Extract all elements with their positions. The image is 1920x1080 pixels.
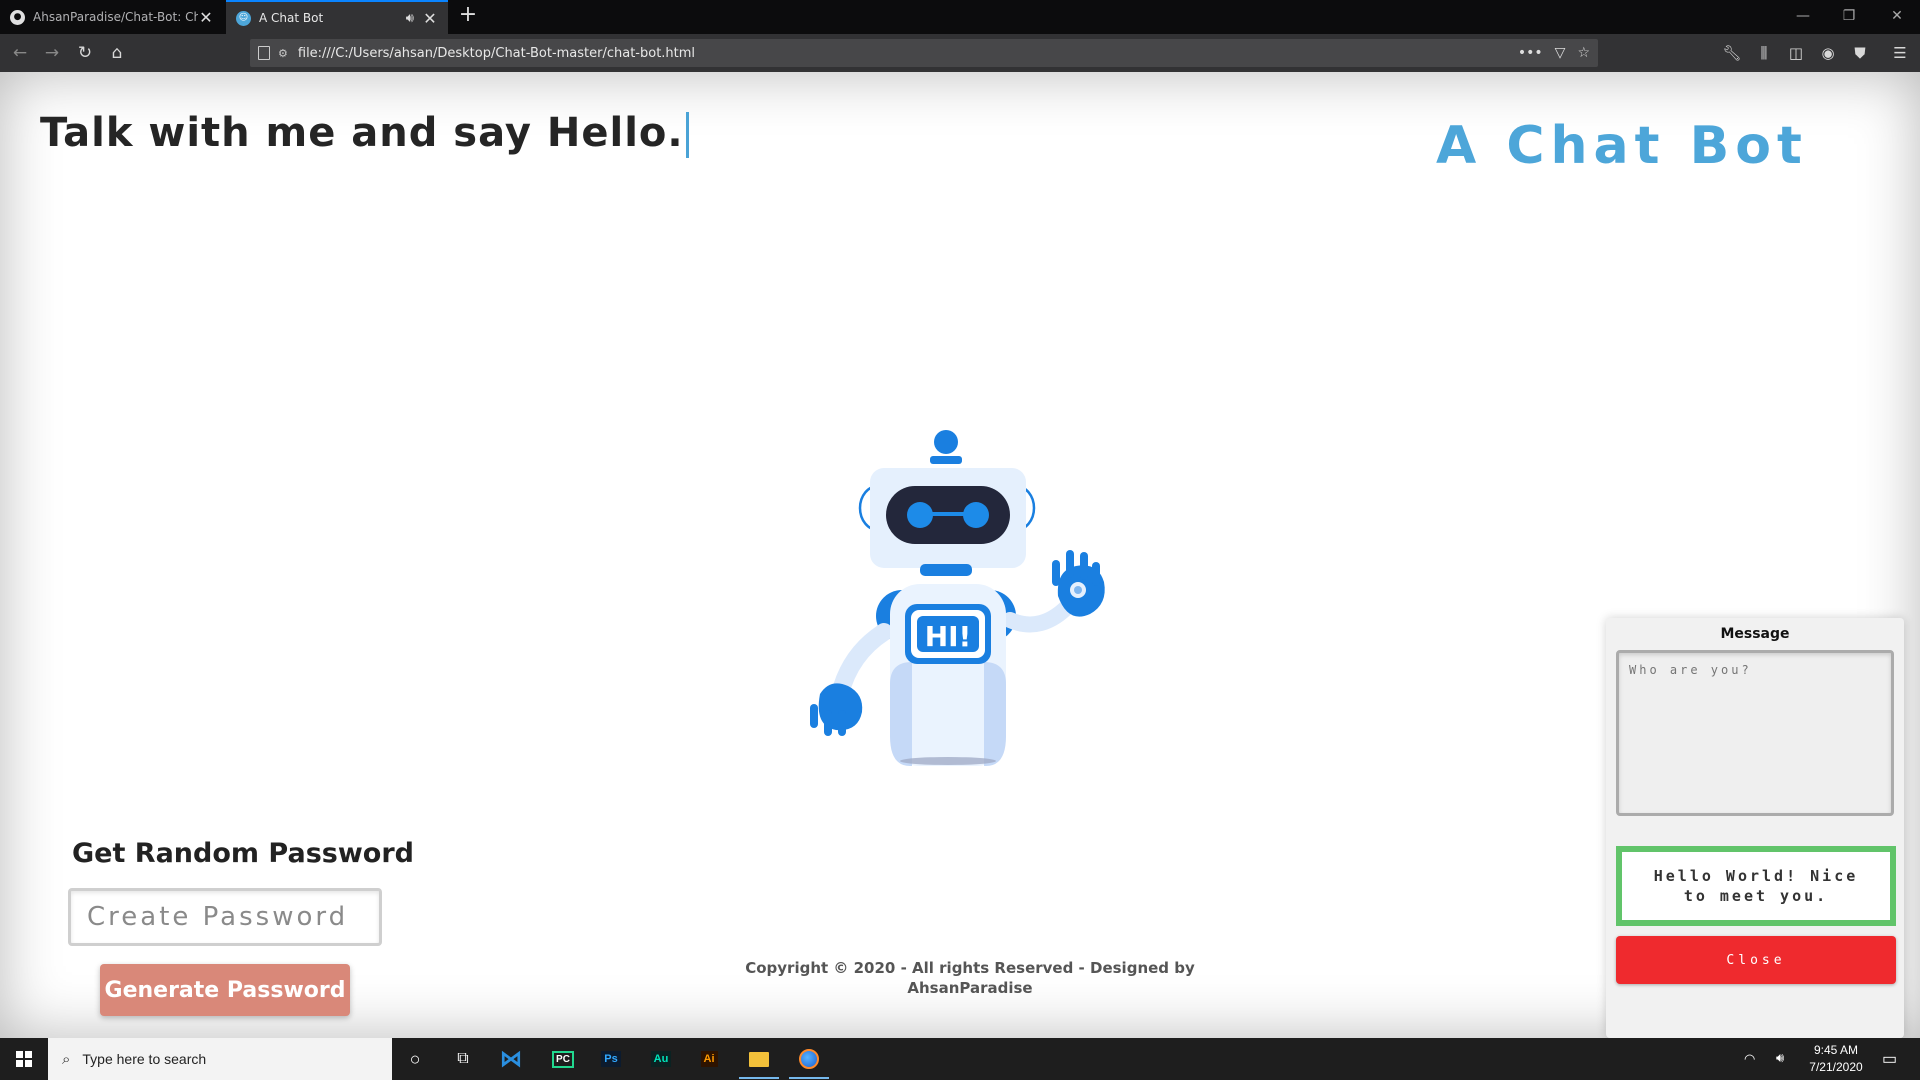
active-indicator [789, 1077, 829, 1079]
pocket-icon[interactable]: ▽ [1555, 45, 1566, 61]
active-indicator [739, 1077, 779, 1079]
window-close-button[interactable]: ✕ [1874, 0, 1920, 34]
new-tab-button[interactable]: + [456, 2, 480, 27]
clock-time: 9:45 AM [1813, 1043, 1859, 1057]
message-title: Message [1720, 626, 1790, 642]
pycharm-icon[interactable]: PC [548, 1044, 578, 1074]
github-icon: ● [10, 9, 25, 25]
wrench-icon[interactable]: 🔧︎ [1720, 41, 1744, 65]
forward-button[interactable]: → [40, 41, 64, 65]
star-icon[interactable]: ☆ [1577, 45, 1590, 61]
more-icon[interactable]: ••• [1518, 45, 1543, 61]
bot-reply: Hello World! Nice to meet you. [1616, 846, 1896, 926]
firefox-icon[interactable] [789, 1044, 829, 1079]
robot-icon: ☺ [236, 10, 251, 26]
home-button[interactable]: ⌂ [105, 41, 129, 65]
tab-github[interactable]: ● AhsanParadise/Chat-Bot: Chat ✕ [0, 0, 224, 34]
brand-title: A Chat Bot [1436, 116, 1808, 176]
typed-text: Talk with me and say Hello. [40, 110, 684, 156]
close-button[interactable]: Close [1616, 936, 1896, 984]
maximize-button[interactable]: ❐ [1826, 0, 1872, 34]
notification-icon[interactable]: ▭ [1882, 1049, 1897, 1069]
clock[interactable]: 9:45 AM 7/21/2020 [1804, 1043, 1868, 1074]
robot-shadow [900, 757, 996, 765]
page-content: Talk with me and say Hello. A Chat Bot H… [0, 72, 1920, 1038]
message-panel: Message Hello World! Nice to meet you. C… [1606, 618, 1904, 1038]
url-text[interactable]: file:///C:/Users/ahsan/Desktop/Chat-Bot-… [298, 46, 1506, 61]
menu-icon[interactable]: ☰ [1888, 41, 1912, 65]
generate-password-button[interactable]: Generate Password [100, 964, 350, 1016]
speaker-icon[interactable]: 🔊︎ [406, 11, 414, 26]
taskbar-search[interactable]: ⌕ Type here to search [48, 1038, 392, 1080]
search-icon: ⌕ [62, 1050, 71, 1068]
photoshop-icon[interactable]: Ps [596, 1044, 626, 1074]
volume-icon[interactable]: 🔊︎ [1776, 1050, 1784, 1066]
network-icon[interactable]: ◠ [1744, 1051, 1755, 1067]
close-icon[interactable]: ✕ [198, 8, 214, 27]
back-button[interactable]: ← [8, 41, 32, 65]
typed-heading: Talk with me and say Hello. [40, 110, 689, 158]
account-icon[interactable]: ◉ [1816, 41, 1840, 65]
minimize-button[interactable]: — [1780, 0, 1826, 34]
copyright-text: Copyright © 2020 - All rights Reserved -… [745, 959, 1195, 997]
page-icon [258, 46, 270, 60]
nav-bar: ← → ↻ ⌂ ⚙ file:///C:/Users/ahsan/Desktop… [0, 34, 1920, 72]
file-explorer-icon[interactable] [739, 1044, 779, 1079]
tab-bar: ● AhsanParadise/Chat-Bot: Chat ✕ ☺ A Cha… [0, 0, 1920, 34]
url-bar[interactable]: ⚙ file:///C:/Users/ahsan/Desktop/Chat-Bo… [250, 39, 1598, 67]
library-icon[interactable]: ⫼ [1752, 41, 1776, 65]
taskbar: ⌕ Type here to search ○ ⧉ ⋈ PC Ps Au Ai … [0, 1038, 1920, 1080]
cortana-icon[interactable]: ○ [400, 1044, 430, 1074]
sidebar-icon[interactable]: ◫ [1784, 41, 1808, 65]
audition-icon[interactable]: Au [646, 1044, 676, 1074]
close-icon[interactable]: ✕ [422, 9, 438, 28]
tab-chat-bot[interactable]: ☺ A Chat Bot 🔊︎ ✕ [226, 0, 448, 34]
windows-icon [16, 1051, 32, 1067]
tab-label: A Chat Bot [259, 11, 324, 25]
permissions-icon[interactable]: ⚙ [278, 47, 288, 60]
illustrator-icon[interactable]: Ai [694, 1044, 724, 1074]
password-title: Get Random Password [72, 838, 414, 869]
robot-illustration: HI! [810, 430, 1105, 766]
vscode-icon[interactable]: ⋈ [496, 1044, 526, 1074]
clock-date: 7/21/2020 [1809, 1060, 1863, 1074]
message-input[interactable] [1616, 650, 1894, 816]
tab-label: AhsanParadise/Chat-Bot: Chat [33, 10, 198, 24]
shield-icon[interactable]: ⛊ [1848, 41, 1872, 65]
search-placeholder: Type here to search [82, 1051, 207, 1067]
robot-badge-text: HI! [925, 620, 972, 653]
start-button[interactable] [0, 1038, 48, 1080]
text-cursor [685, 112, 689, 158]
task-view-icon[interactable]: ⧉ [448, 1044, 478, 1074]
password-input[interactable] [68, 888, 382, 946]
reload-button[interactable]: ↻ [73, 41, 97, 65]
